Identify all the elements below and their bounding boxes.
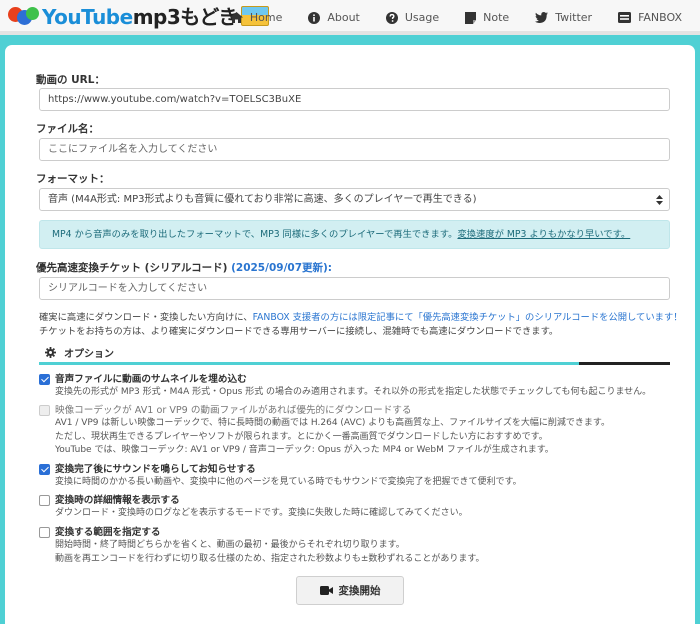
select-arrows-icon — [656, 195, 663, 205]
nav-about[interactable]: About — [308, 11, 360, 24]
option-thumbnail: 音声ファイルに動画のサムネイルを埋め込む 変換先の形式が MP3 形式・M4A … — [39, 373, 679, 400]
logo-mark-icon — [6, 4, 40, 28]
option-range: 変換する範囲を指定する 開始時間・終了時間どちらかを省くと、動画の最初・最後から… — [39, 526, 679, 566]
filename-input[interactable] — [39, 138, 670, 161]
sound-checkbox[interactable] — [39, 464, 50, 475]
nav-note[interactable]: Note — [465, 11, 509, 24]
option-sound: 変換完了後にサウンドを鳴らしてお知らせする 変換に時間のかかる長い動画や、変換中… — [39, 463, 679, 490]
ticket-label: 優先高速変換チケット (シリアルコード) (2025/09/07更新): — [36, 262, 333, 274]
nav-usage[interactable]: Usage — [385, 11, 439, 24]
info-icon — [308, 11, 321, 24]
av1-vp9-checkbox[interactable] — [39, 405, 50, 416]
nav-menu: Home About Usage Note Twitter FANBOX — [229, 0, 700, 35]
verbose-checkbox[interactable] — [39, 495, 50, 506]
question-icon — [385, 11, 398, 24]
option-verbose: 変換時の詳細情報を表示する ダウンロード・変換時のログなどを表示するモードです。… — [39, 494, 679, 521]
url-label: 動画の URL： — [36, 74, 105, 86]
option-av1-vp9: 映像コーデックが AV1 or VP9 の動画ファイルがあれば優先的にダウンロー… — [39, 404, 679, 458]
serial-code-input[interactable] — [39, 277, 670, 300]
note-icon — [465, 11, 477, 24]
options-heading: オプション — [45, 345, 114, 360]
video-camera-icon — [319, 586, 333, 595]
logo-text: YouTubemp3もどき — [42, 5, 238, 29]
nav-fanbox[interactable]: FANBOX — [618, 11, 682, 24]
ticket-note-1: 確実に高速にダウンロード・変換したい方向けに、FANBOX 支援者の方には限定記… — [39, 312, 683, 323]
format-info-link[interactable]: 変換速度が MP3 よりもかなり早いです。 — [457, 229, 630, 240]
url-input[interactable] — [39, 88, 670, 111]
convert-button[interactable]: 変換開始 — [296, 576, 404, 605]
filename-label: ファイル名： — [36, 123, 99, 135]
main-card: 動画の URL： ファイル名： フォーマット： 音声 (M4A形式: MP3形式… — [5, 45, 695, 624]
twitter-icon — [535, 12, 549, 23]
fanbox-link[interactable]: FANBOX 支援者の方には限定記事にて「優先高速変換チケット」のシリアルコード… — [253, 312, 683, 323]
fanbox-icon — [618, 12, 632, 23]
gear-icon — [45, 347, 56, 358]
format-label: フォーマット： — [36, 173, 110, 185]
nav-home[interactable]: Home — [229, 11, 282, 24]
ticket-date: (2025/09/07更新): — [231, 262, 333, 274]
ticket-note-2: チケットをお持ちの方は、より確実にダウンロードできる専用サーバーに接続し、混雑時… — [39, 326, 559, 337]
format-info-box: MP4 から音声のみを取り出したフォーマットで、MP3 同様に多くのプレイヤーで… — [39, 220, 670, 249]
format-select[interactable]: 音声 (M4A形式: MP3形式よりも音質に優れており非常に高速、多くのプレイヤ… — [39, 188, 670, 211]
nav-twitter[interactable]: Twitter — [535, 11, 592, 24]
range-checkbox[interactable] — [39, 527, 50, 538]
options-divider — [39, 362, 670, 365]
home-icon — [229, 12, 243, 23]
navbar: YouTubemp3もどき Home About Usage Note Twit… — [0, 0, 700, 35]
thumbnail-checkbox[interactable] — [39, 374, 50, 385]
